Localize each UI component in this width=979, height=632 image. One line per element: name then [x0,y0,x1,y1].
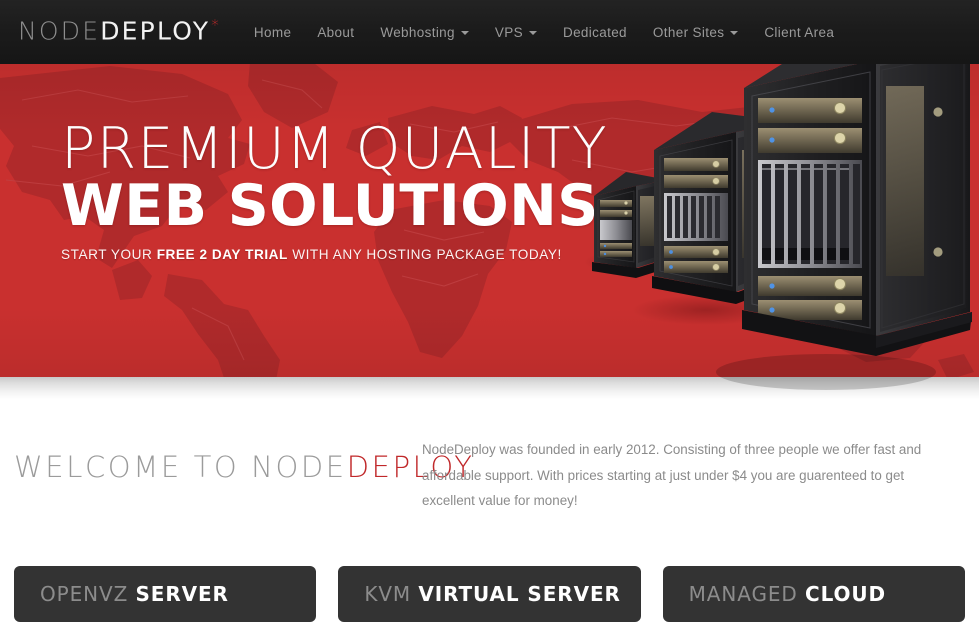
page-root: NODEDEPLOY* Home About Webhosting VPS De… [0,0,979,632]
hero-headline-line1: PREMIUM QUALITY [61,116,608,182]
card-prefix: MANAGED [688,582,798,606]
nav-label: About [317,24,355,40]
nav-label: Client Area [764,24,835,40]
hero-sub-pre: START YOUR [61,247,157,262]
welcome-paragraph: NodeDeploy was founded in early 2012. Co… [422,442,922,508]
card-suffix: CLOUD [805,582,887,606]
chevron-down-icon [460,31,469,35]
product-card-managed-cloud[interactable]: MANAGED CLOUD [662,566,965,622]
product-card-kvm-virtual-server[interactable]: KVM VIRTUAL SERVER [338,566,641,622]
asterisk-icon: * [211,16,221,35]
hero-text-block: PREMIUM QUALITY WEB SOLUTIONS START YOUR… [61,120,608,262]
nav-item-vps[interactable]: VPS [495,19,537,46]
welcome-heading: WELCOME TO NODEDEPLOY [14,450,475,484]
hero-subheadline: START YOUR FREE 2 DAY TRIAL WITH ANY HOS… [61,247,608,262]
card-title: OPENVZ SERVER [40,582,229,606]
nav-item-other-sites[interactable]: Other Sites [652,19,739,46]
hero-sub-strong: FREE 2 DAY TRIAL [156,247,288,262]
nav-item-client-area[interactable]: Client Area [764,19,834,46]
chevron-down-icon [730,31,739,35]
main-navigation: Home About Webhosting VPS Dedicated Othe… [254,19,860,46]
nav-label: VPS [494,24,523,40]
logo-text-node: NODE [18,16,101,46]
card-prefix: KVM [364,582,412,606]
product-card-openvz-server[interactable]: OPENVZ SERVER [14,566,317,622]
nav-label: Other Sites [652,24,725,40]
hero-sub-post: WITH ANY HOSTING PACKAGE TODAY! [287,247,562,262]
nav-item-dedicated[interactable]: Dedicated [563,19,627,46]
nav-item-webhosting[interactable]: Webhosting [380,19,469,46]
nav-label: Webhosting [380,24,455,40]
hero-headline-line2: WEB SOLUTIONS [61,173,599,239]
site-header: NODEDEPLOY* Home About Webhosting VPS De… [0,0,979,64]
welcome-heading-gray: WELCOME TO NODE [14,450,347,484]
card-title: MANAGED CLOUD [689,582,886,606]
nav-label: Home [253,24,292,40]
nav-item-about[interactable]: About [317,19,354,46]
card-prefix: OPENVZ [40,582,129,606]
card-suffix: SERVER [135,582,229,606]
product-cards: OPENVZ SERVER KVM VIRTUAL SERVER MANAGED… [14,566,965,622]
logo-text-deploy: DEPLOY [100,16,211,46]
card-suffix: VIRTUAL SERVER [418,582,621,606]
card-title: KVM VIRTUAL SERVER [364,582,621,606]
nav-label: Dedicated [562,24,627,40]
site-logo[interactable]: NODEDEPLOY* [18,16,221,45]
nav-item-home[interactable]: Home [254,19,291,46]
chevron-down-icon [528,31,537,35]
